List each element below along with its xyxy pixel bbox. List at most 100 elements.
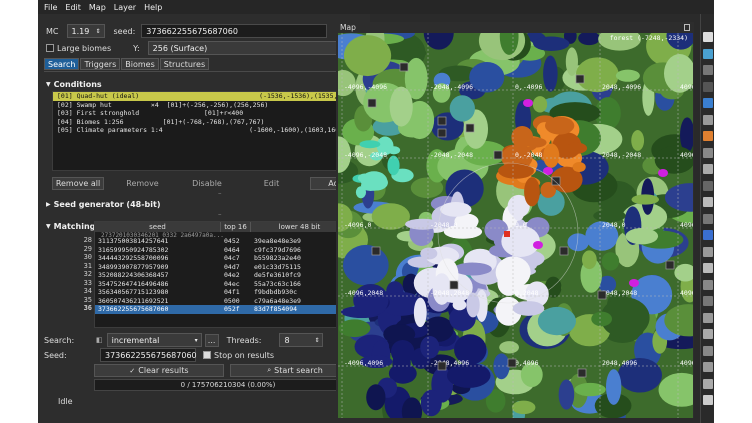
layer-icon[interactable] — [703, 246, 713, 257]
layer-icon[interactable] — [703, 213, 713, 224]
row-number: 32 — [83, 270, 92, 278]
start-seed-input[interactable]: 373662255675687060 — [100, 348, 197, 362]
matching-seeds-table[interactable]: seed top 16 lower 48 bit 273720103034620… — [94, 221, 356, 328]
condition-text: [01] Quad-hut (ideal) — [57, 92, 140, 100]
app-window: File Edit Map Layer Help MC 1.19 ⇕ seed:… — [38, 0, 714, 423]
layer-icon[interactable] — [703, 197, 713, 207]
layer-icon[interactable] — [703, 81, 713, 92]
mc-version-select[interactable]: 1.19 ⇕ — [66, 24, 105, 38]
conditions-header[interactable]: ▼ Conditions — [46, 80, 102, 89]
layer-icon[interactable] — [703, 180, 713, 191]
condition-text: [02] Swamp hut ×4 [01]+(-256,-256),(256,… — [57, 100, 269, 109]
menu-edit[interactable]: Edit — [65, 3, 81, 12]
table-row[interactable]: 311375003814257641 0452 39ea8e48e3e9 — [95, 237, 355, 246]
map-coordinate-label: -4096,-4096 — [344, 83, 387, 91]
y-layer-select[interactable]: 256 (Surface) ▾ — [147, 41, 354, 55]
tab-biomes[interactable]: Biomes — [121, 58, 159, 70]
map-coordinate-label: -2048,-4096 — [430, 83, 473, 91]
condition-item[interactable]: [04] Biomes 1:256 [01]+(-768,-768),(767,… — [53, 118, 361, 127]
conditions-list[interactable]: [01] Quad-hut (ideal) (-1536,-1536),(1535… — [52, 91, 362, 171]
layer-icon[interactable] — [703, 378, 713, 389]
col-seed-header[interactable]: seed — [95, 222, 221, 232]
table-row[interactable]: 348993907877957909 04d7 e01c33d75115 — [95, 263, 355, 272]
biome-map[interactable]: -4096,-4096 -2048,-4096 0,-4096 2048,-4096 4… — [338, 33, 693, 418]
biome-patch — [499, 341, 519, 354]
layer-icon[interactable] — [703, 345, 713, 356]
compass-icon[interactable] — [703, 32, 713, 42]
table-row[interactable]: 344443292558700096 04c7 b559823a2e40 — [95, 254, 355, 263]
layer-icon[interactable] — [703, 312, 713, 323]
search-options-button[interactable]: ... — [204, 333, 219, 347]
seed-generator-header[interactable]: ▶ Seed generator (48-bit) — [46, 200, 160, 209]
map-coordinate-label: 4096,-4096 — [680, 83, 693, 91]
top16-cell: 0452 — [224, 237, 240, 245]
remove-all-button[interactable]: Remove all — [52, 177, 104, 190]
search-mode-value: incremental — [111, 335, 160, 345]
structure-marker — [665, 260, 675, 270]
ruin-icon[interactable] — [703, 263, 713, 273]
layer-icon[interactable] — [703, 362, 713, 372]
warm-ocean-patch — [360, 179, 381, 191]
biome-patch — [543, 55, 558, 92]
layer-icon[interactable] — [703, 296, 713, 306]
layer-icon[interactable] — [703, 147, 713, 158]
table-row[interactable]: 356340567715123980 04f1 f9bdbdb930c — [95, 288, 355, 297]
layer-icon[interactable] — [703, 279, 713, 290]
large-biomes-checkbox[interactable] — [46, 44, 54, 52]
tab-search[interactable]: Search — [44, 58, 80, 70]
zoom-icon[interactable] — [703, 395, 713, 405]
stop-on-results-label: Stop on results — [214, 350, 275, 360]
village-icon[interactable] — [703, 131, 713, 141]
top16-cell: 0464 — [224, 245, 240, 254]
splitter-grip[interactable]: – — [218, 189, 222, 197]
snow-patch — [512, 301, 545, 316]
snow-patch — [413, 297, 427, 328]
menu-file[interactable]: File — [44, 3, 57, 12]
condition-item[interactable]: [05] Climate parameters 1:4 (-1600,-1600)… — [53, 126, 361, 135]
col-top16-header[interactable]: top 16 — [221, 222, 251, 232]
menu-map[interactable]: Map — [89, 3, 106, 12]
map-coordinate-label: -4096,-2048 — [344, 151, 387, 159]
spawn-icon[interactable] — [703, 230, 713, 240]
seed-input[interactable]: 373662255675687060 — [141, 24, 328, 38]
condition-item[interactable]: [02] Swamp hut ×4 [01]+(-256,-256),(256,… — [53, 101, 361, 110]
condition-item[interactable]: [01] Quad-hut (ideal) (-1536,-1536),(1535… — [53, 92, 361, 101]
tab-triggers[interactable]: Triggers — [80, 58, 121, 70]
ocean-patch — [420, 336, 440, 359]
tab-structures[interactable]: Structures — [159, 58, 210, 70]
stop-on-results-checkbox[interactable] — [203, 351, 211, 359]
layer-icon[interactable] — [703, 329, 713, 339]
grid-icon[interactable] — [703, 98, 713, 108]
table-row[interactable]: 360507436211692521 0500 c79a6a48e3e9 — [95, 297, 355, 306]
condition-text: [03] First stronghold — [57, 109, 140, 117]
search-mode-select[interactable]: incremental ▾ — [106, 333, 202, 347]
table-row[interactable]: 354752647416496486 04ec 55a73c63c166 — [95, 280, 355, 289]
layer-icon[interactable] — [703, 114, 713, 125]
condition-item[interactable]: [03] First stronghold [01]+r<400 — [53, 109, 361, 118]
collapse-arrow-icon: ▼ — [46, 223, 51, 230]
structures-icon[interactable] — [703, 65, 713, 75]
map-coordinate-label: 2048,0 — [602, 221, 626, 229]
map-coordinate-label: 0,4096 — [515, 359, 539, 367]
table-row[interactable]: 352088224306368457 04e2 de5fe3610fc9 — [95, 271, 355, 280]
structure-marker — [367, 98, 377, 108]
menu-help[interactable]: Help — [144, 3, 162, 12]
remove-button[interactable]: Remove — [117, 177, 169, 190]
condition-extra: [01]+r<400 — [204, 109, 244, 117]
table-row[interactable]: 373662255675687060 052f 83d7f854094 — [95, 305, 355, 314]
biome-patch — [565, 47, 578, 76]
disable-button[interactable]: Disable — [181, 177, 233, 190]
table-row[interactable]: 316599950924785302 0464 c9fc379d7696 — [95, 246, 355, 255]
map-layer-icon[interactable] — [703, 48, 713, 59]
clear-results-button[interactable]: ✓ Clear results — [94, 364, 224, 377]
splitter-grip[interactable]: – — [218, 210, 222, 218]
menu-layer[interactable]: Layer — [114, 3, 136, 12]
portal-icon[interactable] — [703, 164, 713, 174]
mushroom-patch — [543, 167, 553, 175]
undock-icon[interactable] — [684, 24, 690, 31]
col-lower48-header[interactable]: lower 48 bit — [251, 222, 349, 232]
threads-spinbox[interactable]: 8 ⇕ — [279, 333, 324, 347]
structure-marker — [465, 123, 475, 133]
expand-arrow-icon: ▶ — [46, 201, 51, 208]
edit-button[interactable]: Edit — [246, 177, 298, 190]
